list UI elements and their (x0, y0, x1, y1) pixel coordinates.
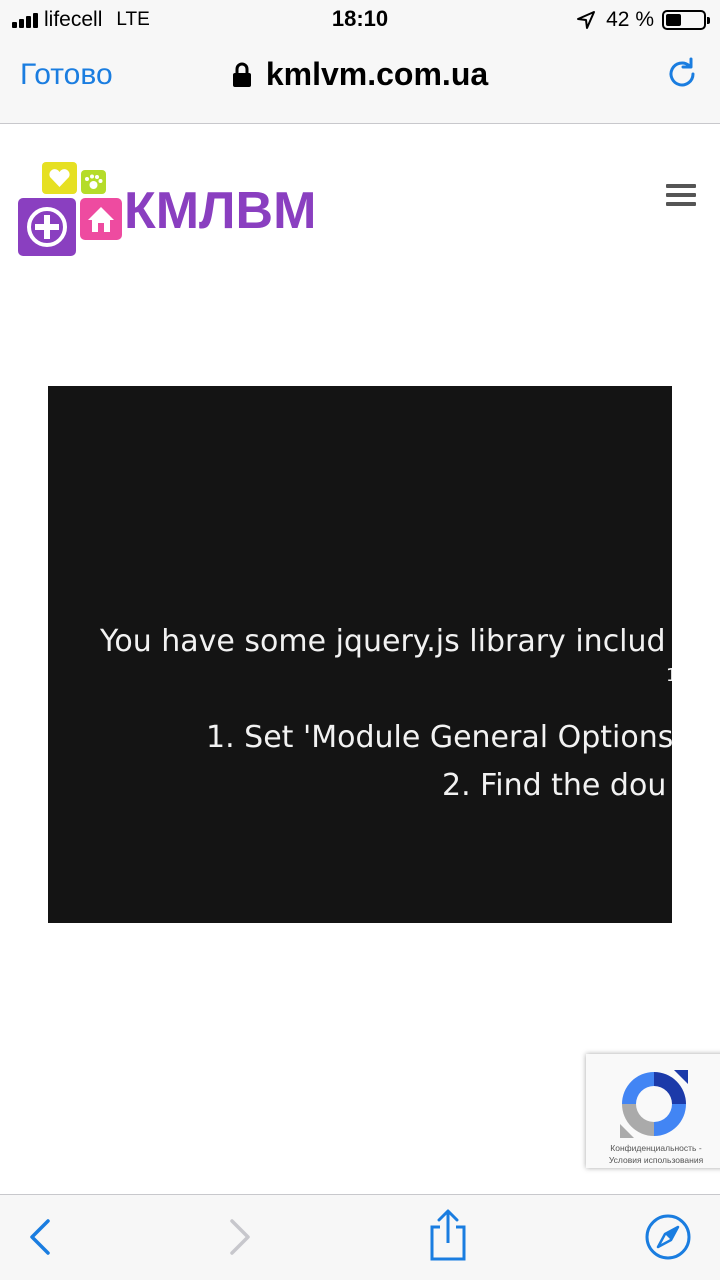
error-line-1: You have some jquery.js library includ (100, 624, 666, 659)
chevron-right-icon[interactable] (214, 1213, 262, 1261)
status-bar: lifecell LTE 18:10 42 % (0, 0, 720, 40)
chevron-left-icon[interactable] (18, 1213, 66, 1261)
recaptcha-terms-link[interactable]: Условия использования (609, 1155, 703, 1165)
battery-percent: 42 % (606, 8, 654, 31)
hamburger-menu-icon[interactable] (666, 184, 696, 210)
error-line-2: 1 (666, 665, 672, 686)
lock-icon (232, 62, 251, 87)
url-text: kmlvm.com.ua (265, 56, 489, 92)
battery-icon (662, 10, 710, 30)
error-line-3: 1. Set 'Module General Options (206, 720, 672, 755)
recaptcha-badge[interactable]: Конфиденциальность - Условия использован… (586, 1054, 720, 1168)
battery-level (666, 14, 682, 26)
browser-toolbar (0, 1194, 720, 1280)
error-line-4: 2. Find the dou (442, 768, 667, 803)
location-arrow-icon (577, 11, 596, 29)
browser-bar: Готово kmlvm.com.ua (0, 40, 720, 124)
site-header: КМЛВМ (0, 124, 720, 294)
video-error-panel: You have some jquery.js library includ 1… (48, 386, 672, 923)
recaptcha-links: Конфиденциальность - Условия использован… (590, 1142, 720, 1166)
logo-text: КМЛВМ (124, 182, 316, 240)
status-right: 42 % (576, 8, 710, 32)
recaptcha-privacy-link[interactable]: Конфиденциальность (610, 1143, 696, 1153)
site-logo[interactable]: КМЛВМ (18, 162, 338, 262)
recaptcha-icon (620, 1070, 688, 1138)
share-icon[interactable] (424, 1209, 472, 1263)
recaptcha-separator: - (698, 1143, 702, 1153)
compass-icon[interactable] (644, 1213, 692, 1261)
reload-icon[interactable] (664, 56, 700, 92)
address-bar[interactable]: kmlvm.com.ua (0, 56, 720, 93)
